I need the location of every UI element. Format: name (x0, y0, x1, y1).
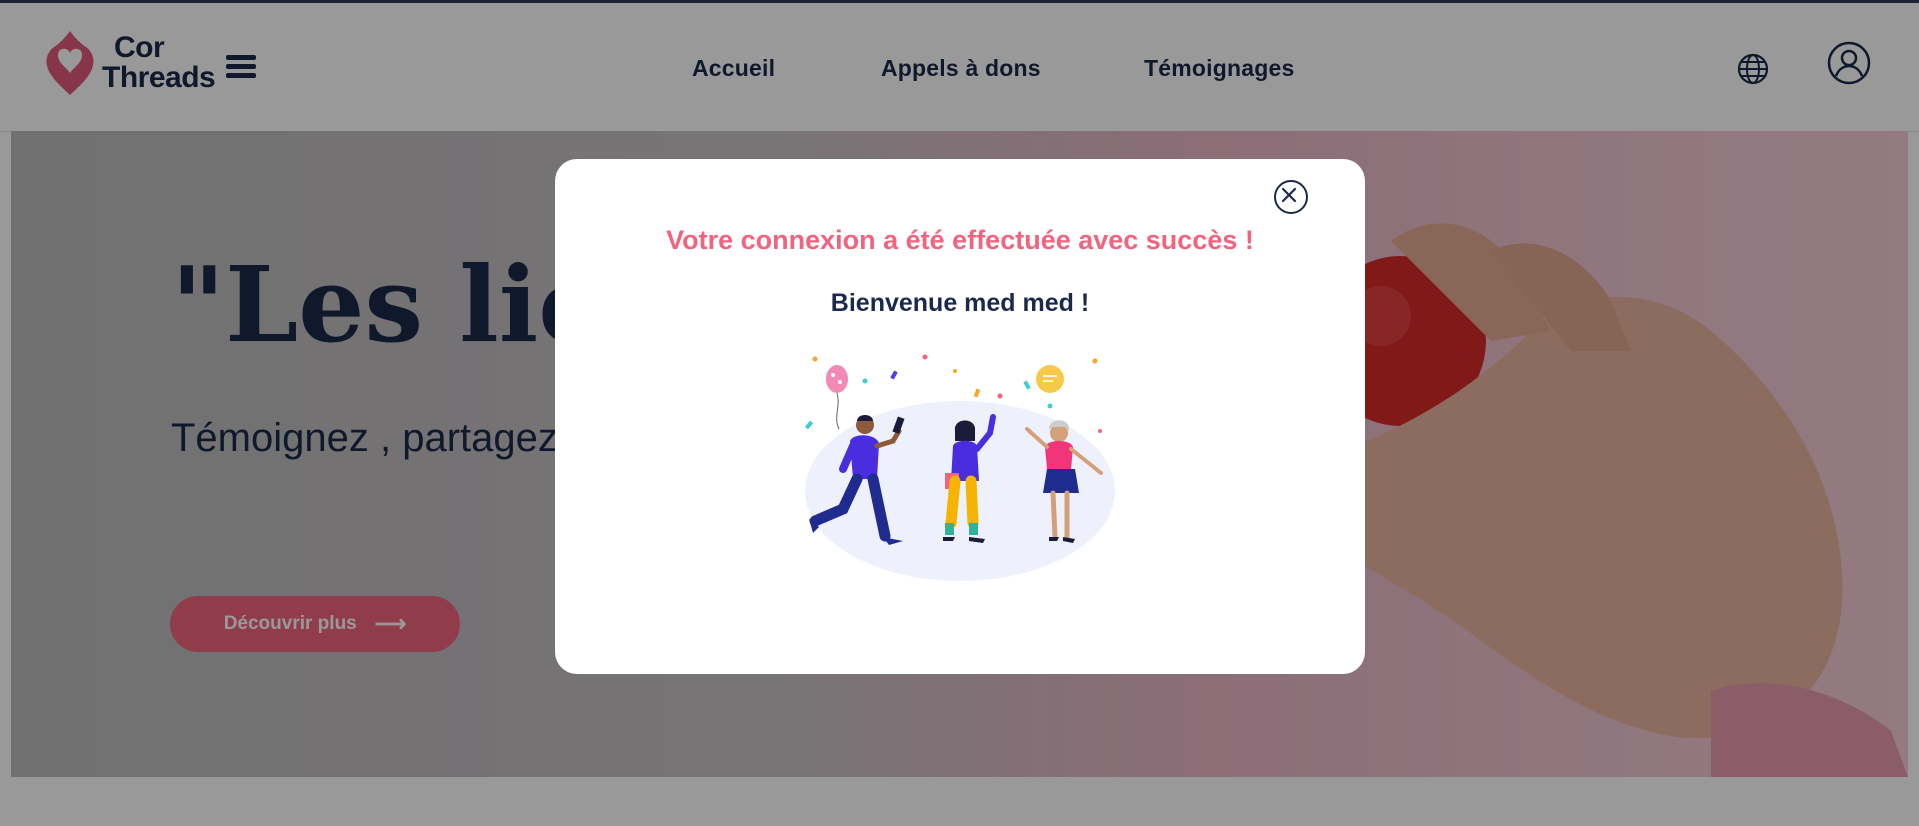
login-success-modal: Votre connexion a été effectuée avec suc… (555, 159, 1365, 674)
celebration-illustration (804, 354, 1115, 581)
close-icon[interactable] (1274, 180, 1308, 214)
welcome-message: Bienvenue med med ! (830, 289, 1090, 317)
modal-title: Votre connexion a été effectuée avec suc… (666, 225, 1254, 255)
